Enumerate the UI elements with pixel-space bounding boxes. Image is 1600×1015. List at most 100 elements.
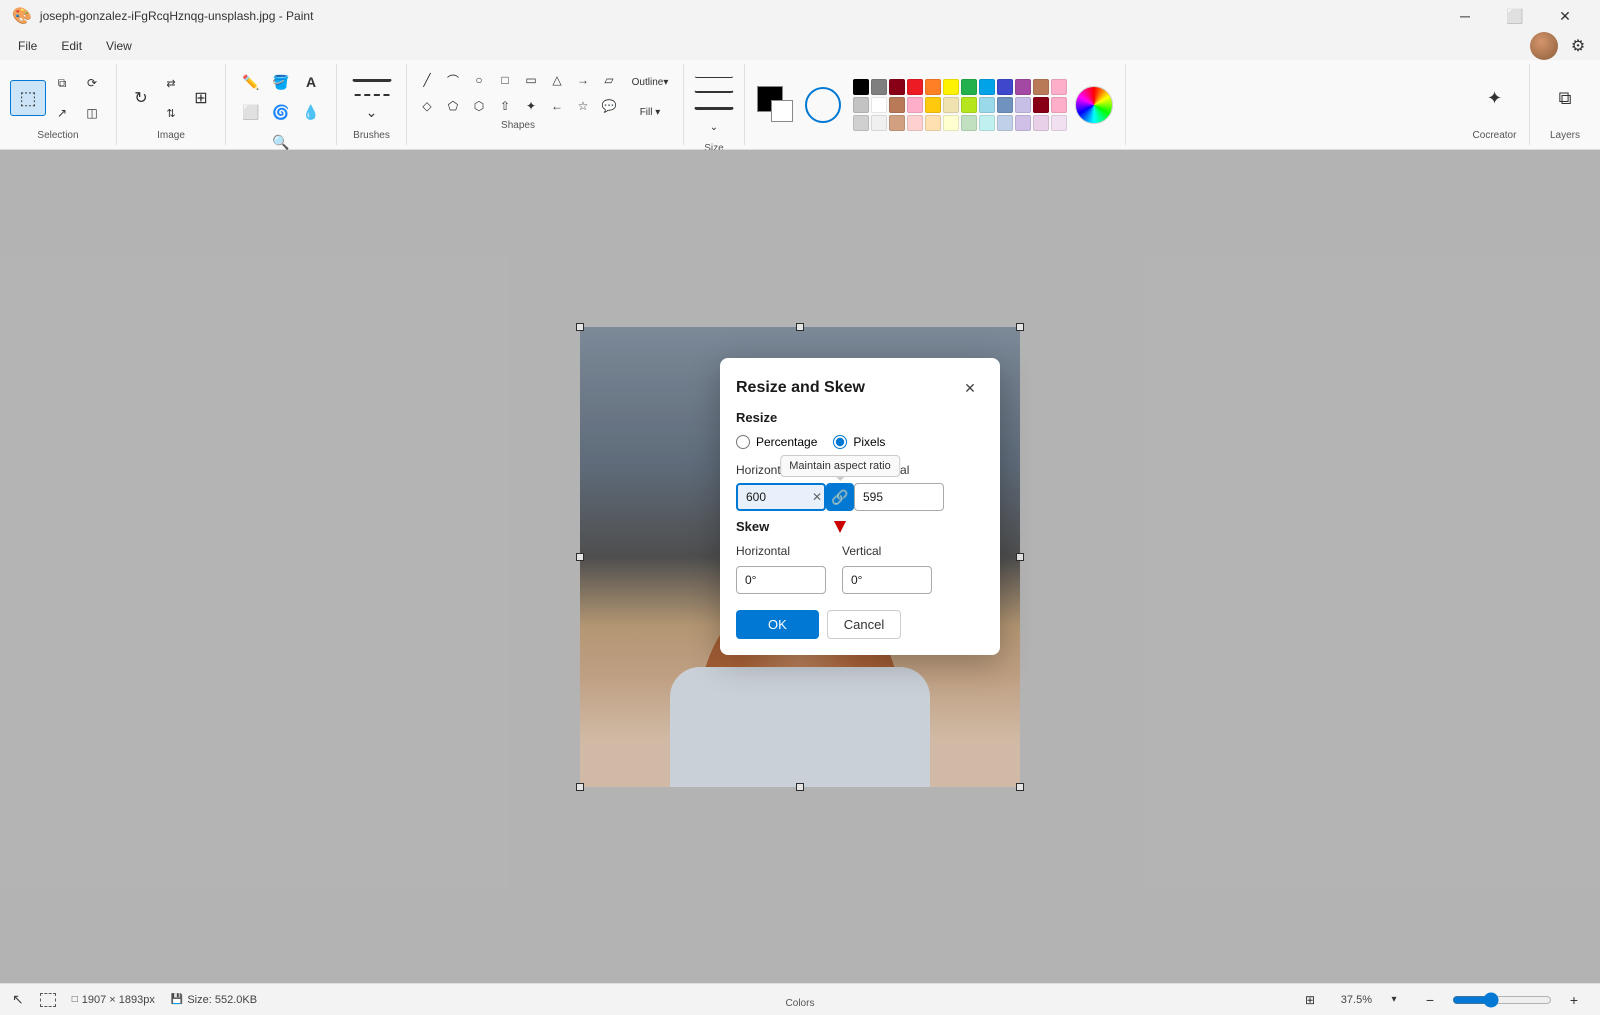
maintain-ratio-button[interactable]: 🔗 — [826, 483, 854, 511]
swatch-gold[interactable] — [925, 97, 941, 113]
size-3[interactable] — [694, 96, 734, 110]
shape-chat[interactable]: 💬 — [597, 94, 621, 118]
size-arrow[interactable]: ⌄ — [700, 113, 728, 141]
smudge-button[interactable]: 🌀 — [267, 98, 295, 126]
percentage-radio[interactable]: Percentage — [736, 435, 817, 449]
swatch-steelblue[interactable] — [997, 97, 1013, 113]
shape-hexagon[interactable]: ⬡ — [467, 94, 491, 118]
shape-oval[interactable]: ○ — [467, 68, 491, 92]
swatch-blush[interactable] — [1051, 115, 1067, 131]
swatch-pink[interactable] — [1051, 79, 1067, 95]
cocreator-button[interactable]: ✦ — [1481, 84, 1509, 112]
size-2[interactable] — [694, 81, 734, 93]
swatch-lime[interactable] — [961, 97, 977, 113]
menu-edit[interactable]: Edit — [51, 35, 92, 57]
pencil-button[interactable]: ✏️ — [237, 68, 265, 96]
swatch-lightgray[interactable] — [853, 97, 869, 113]
settings-button[interactable]: ⚙ — [1564, 32, 1592, 60]
percentage-radio-input[interactable] — [736, 435, 750, 449]
swatch-lightblue[interactable] — [979, 97, 995, 113]
shape-rect[interactable]: □ — [493, 68, 517, 92]
fit-screen-button[interactable]: ⊞ — [1296, 986, 1324, 1014]
swatch-lavender[interactable] — [1015, 97, 1031, 113]
shape-star5[interactable]: ☆ — [571, 94, 595, 118]
swatch-periwinkle[interactable] — [997, 115, 1013, 131]
maximize-button[interactable]: ⬜ — [1492, 0, 1538, 32]
horizontal-clear-button[interactable]: ✕ — [812, 491, 822, 503]
shape-pentagon[interactable]: ⬠ — [441, 94, 465, 118]
selection-transform-button[interactable]: ↗ — [48, 99, 76, 127]
fill-shape-button[interactable]: Fill ▾ — [625, 98, 675, 126]
swatch-maroon[interactable] — [1033, 97, 1049, 113]
image-select-all[interactable]: ⊞ — [187, 84, 215, 112]
shape-curve[interactable]: ⌒ — [441, 68, 465, 92]
main-canvas-area[interactable]: Resize and Skew ✕ Resize Percentage — [0, 150, 1600, 983]
image-flip-v[interactable]: ⇅ — [157, 99, 185, 127]
size-1[interactable] — [694, 68, 734, 78]
swatch-green[interactable] — [961, 79, 977, 95]
vertical-input[interactable] — [854, 483, 944, 511]
shape-diamond[interactable]: ◇ — [415, 94, 439, 118]
selection-invert-button[interactable]: ◫ — [78, 99, 106, 127]
swatch-silver[interactable] — [853, 115, 869, 131]
shape-arrow4[interactable]: ✦ — [519, 94, 543, 118]
shape-line[interactable]: ╱ — [415, 68, 439, 92]
swatch-mintgreen[interactable] — [961, 115, 977, 131]
pixels-radio[interactable]: Pixels — [833, 435, 885, 449]
close-button[interactable]: ✕ — [1542, 0, 1588, 32]
ok-button[interactable]: OK — [736, 610, 819, 639]
swatch-blue[interactable] — [979, 79, 995, 95]
brush-arrow[interactable]: ⌄ — [358, 98, 386, 126]
shape-arrow-right[interactable]: → — [571, 68, 595, 92]
selection-crop-button[interactable]: ⧉ — [48, 69, 76, 97]
swatch-aqua[interactable] — [979, 115, 995, 131]
layers-button[interactable]: ⧉ — [1551, 84, 1579, 112]
text-button[interactable]: A — [297, 68, 325, 96]
eraser-button[interactable]: ⬜ — [237, 98, 265, 126]
shape-arrow-up[interactable]: ⇧ — [493, 94, 517, 118]
swatch-peach[interactable] — [889, 115, 905, 131]
shape-rect2[interactable]: ▭ — [519, 68, 543, 92]
zoom-in-button[interactable]: + — [1560, 986, 1588, 1014]
swatch-rose[interactable] — [1051, 97, 1067, 113]
brush-stroke2[interactable] — [352, 84, 392, 96]
swatch-lightyellow[interactable] — [943, 115, 959, 131]
swatch-thistle[interactable] — [1033, 115, 1049, 131]
user-avatar[interactable] — [1530, 32, 1558, 60]
zoom-slider[interactable] — [1452, 992, 1552, 1008]
swatch-black[interactable] — [853, 79, 869, 95]
cancel-button[interactable]: Cancel — [827, 610, 901, 639]
selection-rect-button[interactable]: ⬚ — [10, 80, 46, 116]
image-flip-h[interactable]: ⇄ — [157, 69, 185, 97]
swatch-orange[interactable] — [925, 79, 941, 95]
shape-arrow-left[interactable]: ← — [545, 94, 569, 118]
zoom-out-button[interactable]: − — [1416, 986, 1444, 1014]
swatch-darkblue[interactable] — [997, 79, 1013, 95]
swatch-yellow[interactable] — [943, 79, 959, 95]
menu-file[interactable]: File — [8, 35, 47, 57]
selected-color-circle[interactable] — [805, 87, 841, 123]
skew-h-input[interactable] — [736, 566, 826, 594]
color-wheel[interactable] — [1075, 86, 1113, 124]
swatch-white[interactable] — [871, 97, 887, 113]
swatch-red[interactable] — [907, 79, 923, 95]
selection-freeform-button[interactable]: ⟳ — [78, 69, 106, 97]
secondary-color[interactable] — [771, 100, 793, 122]
shape-parallelogram[interactable]: ▱ — [597, 68, 621, 92]
swatch-gray[interactable] — [871, 79, 887, 95]
brush-stroke[interactable] — [352, 70, 392, 82]
skew-v-input[interactable] — [842, 566, 932, 594]
zoom-dropdown-button[interactable]: ▾ — [1380, 986, 1408, 1014]
minimize-button[interactable]: ─ — [1442, 0, 1488, 32]
shape-triangle[interactable]: △ — [545, 68, 569, 92]
swatch-salmon[interactable] — [907, 115, 923, 131]
colorpicker-button[interactable]: 💧 — [297, 98, 325, 126]
swatch-purple[interactable] — [1015, 79, 1031, 95]
pixels-radio-input[interactable] — [833, 435, 847, 449]
swatch-offwhite[interactable] — [871, 115, 887, 131]
swatch-brown[interactable] — [1033, 79, 1049, 95]
fill-button[interactable]: 🪣 — [267, 68, 295, 96]
swatch-darkred[interactable] — [889, 79, 905, 95]
swatch-cream[interactable] — [943, 97, 959, 113]
image-rotate-button[interactable]: ↻ — [127, 84, 155, 112]
